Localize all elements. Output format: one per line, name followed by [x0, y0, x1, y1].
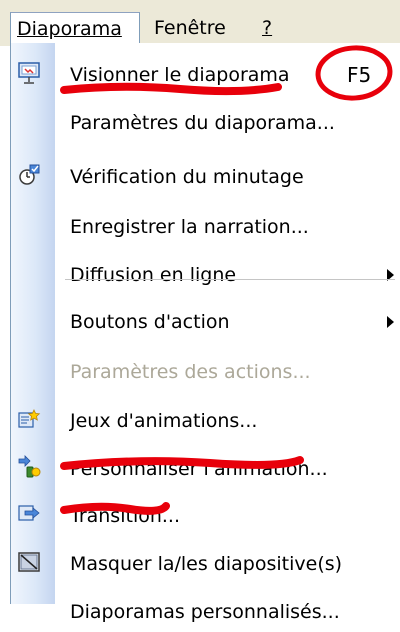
menu-fenetre[interactable]: Fenêtre: [154, 12, 226, 44]
menu-help[interactable]: ?: [262, 12, 272, 44]
hide-slide-icon: [17, 550, 41, 574]
menu-item-diffusion-en-ligne[interactable]: Diffusion en ligne: [11, 255, 400, 295]
menu-item-label: Personnaliser l'animation...: [70, 458, 328, 480]
menu-bar: Diaporama Fenêtre ?: [0, 0, 400, 46]
menu-item-verification-minutage[interactable]: Vérification du minutage: [11, 157, 400, 197]
menu-item-label: Diffusion en ligne: [70, 264, 237, 286]
menu-item-diaporamas-personnalises[interactable]: Diaporamas personnalisés...: [11, 592, 400, 632]
timing-check-icon: [17, 163, 41, 187]
menu-fenetre-label: Fenêtre: [154, 17, 226, 39]
menu-item-label: Jeux d'animations...: [70, 410, 258, 432]
menu-item-label: Diaporamas personnalisés...: [70, 601, 340, 623]
menu-item-label: Paramètres des actions...: [70, 361, 311, 383]
menu-item-transition[interactable]: Transition...: [11, 496, 400, 536]
menu-item-boutons-action[interactable]: Boutons d'action: [11, 302, 400, 342]
menu-item-personnaliser-animation[interactable]: Personnaliser l'animation...: [11, 449, 400, 489]
menu-item-label: Transition...: [70, 505, 181, 527]
menu-item-label: Boutons d'action: [70, 311, 230, 333]
menu-diaporama[interactable]: Diaporama: [10, 12, 140, 44]
menu-item-label: Paramètres du diaporama...: [70, 112, 335, 134]
menu-item-visionner-diaporama[interactable]: Visionner le diaporama F5: [11, 55, 400, 95]
menu-help-label: ?: [262, 17, 273, 39]
menu-item-parametres-actions: Paramètres des actions...: [11, 352, 400, 392]
animation-schemes-icon: [17, 407, 41, 431]
menu-diaporama-label: Diaporama: [17, 18, 122, 40]
shortcut-f5: F5: [347, 63, 372, 87]
menu-item-parametres-diaporama[interactable]: Paramètres du diaporama...: [11, 103, 400, 143]
menu-item-masquer-diapositive[interactable]: Masquer la/les diapositive(s): [11, 544, 400, 584]
menu-item-label: Enregistrer la narration...: [70, 216, 309, 238]
diaporama-dropdown-menu: Visionner le diaporama F5 Paramètres du …: [10, 43, 400, 623]
transition-icon: [17, 502, 41, 526]
menu-item-enregistrer-narration[interactable]: Enregistrer la narration...: [11, 207, 400, 247]
menu-item-jeux-animations[interactable]: Jeux d'animations...: [11, 401, 400, 441]
submenu-arrow-icon: [387, 316, 394, 328]
slideshow-icon: [17, 61, 41, 85]
menu-item-label: Visionner le diaporama: [70, 64, 290, 86]
menu-separator: [65, 279, 395, 280]
menu-item-label: Masquer la/les diapositive(s): [70, 553, 343, 575]
menu-item-label: Vérification du minutage: [70, 166, 304, 188]
custom-animation-icon: [17, 455, 41, 479]
